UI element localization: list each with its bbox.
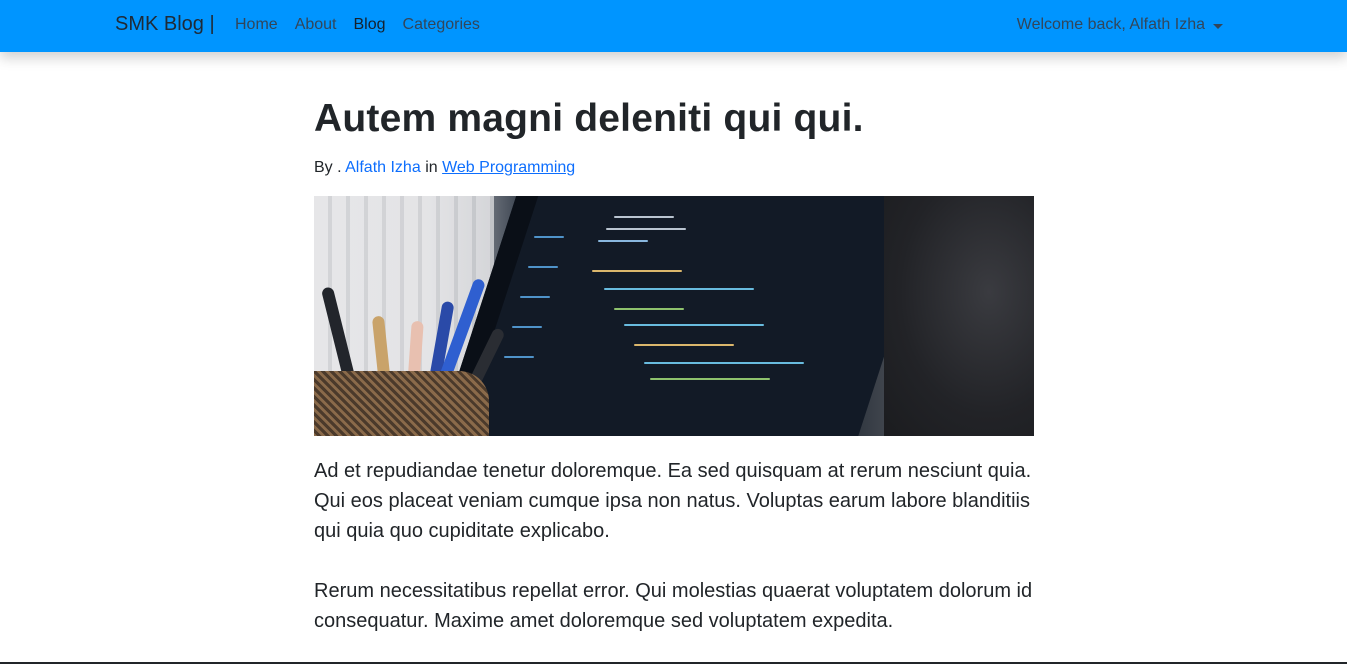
nav-about[interactable]: About	[295, 16, 337, 34]
post-paragraph: Rerum necessitatibus repellat error. Qui…	[314, 580, 1033, 632]
brand-link[interactable]: SMK Blog |	[115, 13, 215, 36]
nav-categories[interactable]: Categories	[403, 16, 480, 34]
image-pen-cup	[314, 371, 489, 436]
nav-home[interactable]: Home	[235, 16, 278, 34]
by-prefix: By .	[314, 159, 342, 176]
post-meta: By . Alfath Izha in Web Programming	[314, 158, 1034, 178]
image-laptop-screen	[422, 196, 946, 436]
user-dropdown[interactable]: Welcome back, Alfath Izha	[1017, 16, 1223, 34]
image-blur	[884, 196, 1034, 436]
post-body: Ad et repudiandae tenetur doloremque. Ea…	[314, 456, 1034, 636]
user-greeting: Welcome back, Alfath Izha	[1016, 16, 1205, 33]
author-link[interactable]: Alfath Izha	[345, 159, 421, 176]
nav-blog[interactable]: Blog	[354, 16, 386, 34]
post-title: Autem magni deleniti qui qui.	[314, 97, 864, 140]
nav-links: Home About Blog Categories	[235, 16, 480, 34]
post-paragraph: Ad et repudiandae tenetur doloremque. Ea…	[314, 460, 1032, 542]
in-word: in	[425, 159, 438, 176]
category-link[interactable]: Web Programming	[442, 159, 575, 176]
chevron-down-icon	[1213, 23, 1223, 29]
post-image	[314, 196, 1034, 436]
top-navbar: SMK Blog | Home About Blog Categories We…	[0, 0, 1347, 52]
post-article: Autem magni deleniti qui qui. By . Alfat…	[314, 52, 1034, 636]
